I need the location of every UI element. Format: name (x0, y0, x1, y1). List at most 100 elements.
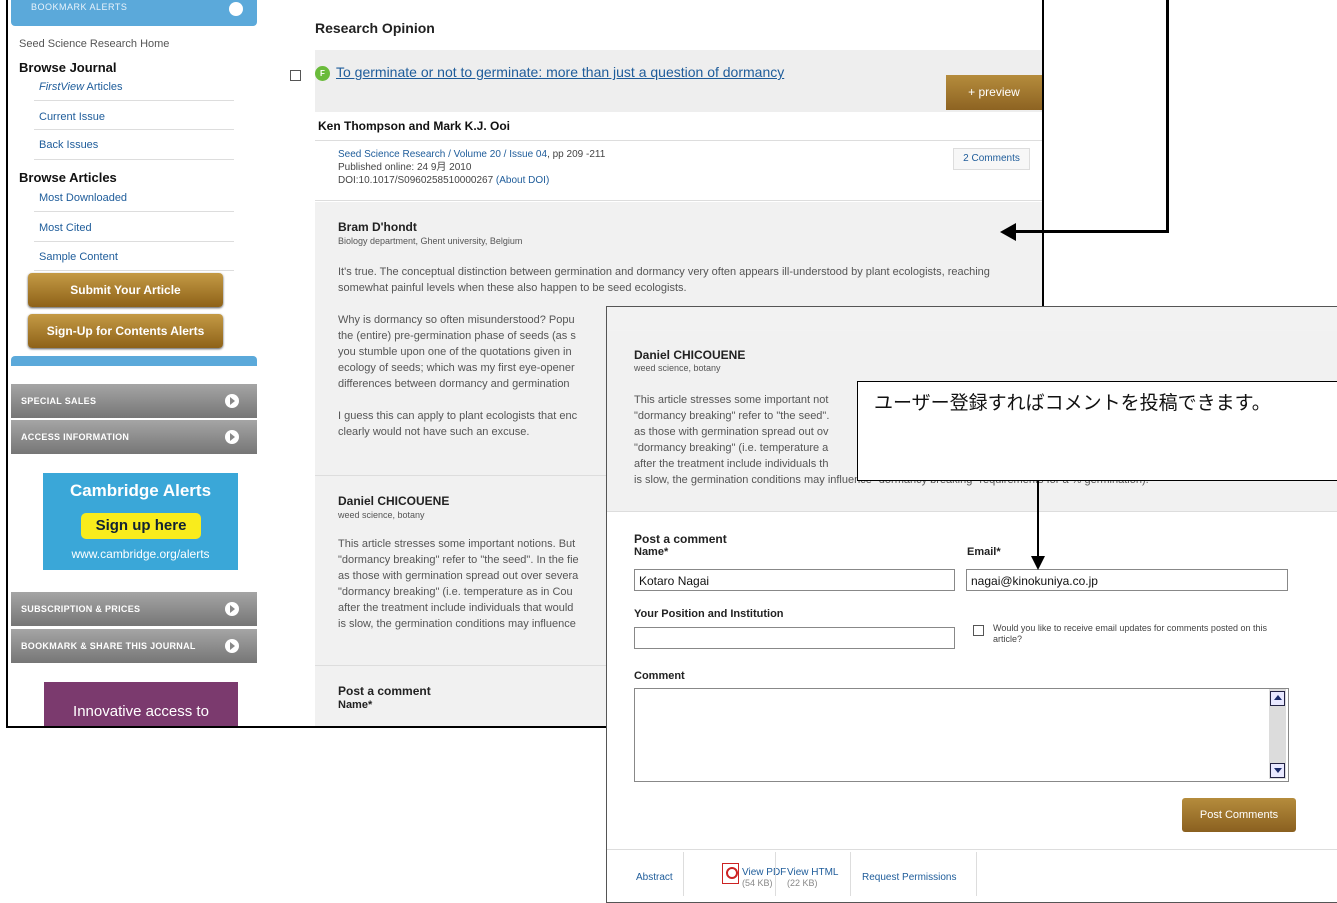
sidebar-item-firstview[interactable]: FirstView Articles (39, 81, 123, 93)
comment-line: This article stresses some important not (634, 394, 829, 406)
tab-view-html[interactable]: View HTML (22 KB) (787, 867, 839, 888)
comment-line: as those with germination spread out ov (634, 426, 829, 438)
divider (775, 852, 776, 896)
section-title: Research Opinion (315, 20, 435, 36)
special-sales-label: SPECIAL SALES (21, 396, 97, 406)
scroll-down-icon[interactable] (1270, 763, 1285, 778)
published-date: Published online: 24 9月 2010 (338, 162, 472, 173)
divider (34, 270, 234, 271)
divider (315, 200, 1042, 201)
arrow-right-icon (225, 394, 239, 408)
article-meta: Seed Science Research / Volume 20 / Issu… (338, 148, 605, 187)
scroll-up-icon[interactable] (1270, 691, 1285, 706)
divider (34, 159, 234, 160)
access-information-label: ACCESS INFORMATION (21, 432, 130, 442)
sidebar-top-bar[interactable]: BOOKMARK ALERTS (11, 0, 257, 26)
comment-line: This article stresses some important not… (338, 538, 576, 550)
arrow-line (1166, 0, 1169, 232)
tab-view-pdf[interactable]: View PDF (54 KB) (742, 867, 786, 888)
about-doi-link[interactable]: (About DOI) (496, 175, 549, 186)
comment-label: Comment (634, 670, 685, 682)
journal-link[interactable]: Seed Science Research (338, 149, 445, 160)
sign-up-here-button[interactable]: Sign up here (81, 513, 201, 539)
email-updates-label: Would you like to receive email updates … (993, 623, 1267, 644)
article-checkbox[interactable] (290, 70, 301, 81)
name-field[interactable]: Kotaro Nagai (634, 569, 955, 591)
article-authors: Ken Thompson and Mark K.J. Ooi (318, 119, 511, 133)
annotation-callout: ユーザー登録すればコメントを投稿できます。 (857, 381, 1337, 481)
name-label: Name* (338, 699, 373, 711)
tab-request-permissions[interactable]: Request Permissions (862, 872, 956, 883)
comment-line: "dormancy breaking" refer to "the seed".… (338, 554, 579, 566)
sidebar-item-sample-content[interactable]: Sample Content (39, 251, 118, 263)
comment-line: the (entire) pre-germination phase of se… (338, 330, 576, 342)
comment-line: "dormancy breaking" refer to "the seed". (634, 410, 830, 422)
comment-line: I guess this can apply to plant ecologis… (338, 410, 578, 422)
sidebar-item-current-issue[interactable]: Current Issue (39, 111, 105, 123)
sidebar-item-most-downloaded[interactable]: Most Downloaded (39, 192, 127, 204)
comment-textarea[interactable] (634, 688, 1289, 782)
article-title-link[interactable]: To germinate or not to germinate: more t… (336, 64, 856, 81)
sidebar-item-back-issues[interactable]: Back Issues (39, 139, 98, 151)
access-information-bar[interactable]: ACCESS INFORMATION (11, 420, 257, 454)
pdf-size: (54 KB) (742, 878, 773, 888)
comment-author: Bram D'hondt (338, 220, 417, 234)
position-field[interactable] (634, 627, 955, 649)
toggle-circle-icon[interactable] (229, 2, 243, 16)
divider (850, 852, 851, 896)
sidebar-top-label: BOOKMARK ALERTS (31, 2, 128, 12)
arrow-down-icon (1031, 556, 1045, 570)
post-comment-heading: Post a comment (634, 532, 727, 546)
submit-article-button[interactable]: Submit Your Article (28, 273, 223, 307)
browse-articles-heading: Browse Articles (19, 170, 117, 185)
comment-line: "dormancy breaking" (i.e. temperature a (634, 442, 829, 454)
comment-author: Daniel CHICOUENE (634, 348, 746, 362)
browse-journal-heading: Browse Journal (19, 60, 117, 75)
sidebar: BOOKMARK ALERTS Seed Science Research Ho… (8, 0, 258, 726)
view-pdf-label: View PDF (742, 867, 787, 878)
name-label: Name* (634, 546, 669, 558)
comment-line: you stumble upon one of the quotations g… (338, 346, 572, 358)
pages: , pp 209 -211 (547, 149, 606, 160)
sidebar-item-most-cited[interactable]: Most Cited (39, 222, 92, 234)
divider (683, 852, 684, 896)
comment-author: Daniel CHICOUENE (338, 494, 450, 508)
comment-line: "dormancy breaking" (i.e. temperature as… (338, 586, 573, 598)
bookmark-share-bar[interactable]: BOOKMARK & SHARE THIS JOURNAL (11, 629, 257, 663)
comment-line: clearly would not have such an excuse. (338, 426, 530, 438)
divider (976, 852, 977, 896)
comment-line: after the treatment include individuals … (634, 458, 829, 470)
comments-count-link[interactable]: 2 Comments (953, 148, 1030, 170)
bookmark-share-label: BOOKMARK & SHARE THIS JOURNAL (21, 641, 196, 651)
email-updates-checkbox[interactable] (973, 625, 984, 636)
cambridge-alerts-banner[interactable]: Cambridge Alerts Sign up here www.cambri… (43, 473, 238, 570)
separator: / (445, 149, 454, 160)
issue-link[interactable]: Issue 04 (509, 149, 547, 160)
comment-line: differences between dormancy and germina… (338, 378, 570, 390)
comment-paragraph: It's true. The conceptual distinction be… (338, 266, 990, 294)
comment-affiliation: weed science, botany (634, 363, 721, 373)
email-field[interactable]: nagai@kinokuniya.co.jp (966, 569, 1288, 591)
article-header (315, 50, 1042, 112)
subscription-prices-bar[interactable]: SUBSCRIPTION & PRICES (11, 592, 257, 626)
tab-abstract[interactable]: Abstract (636, 872, 673, 883)
comment-line: as those with germination spread out ove… (338, 570, 579, 582)
volume-link[interactable]: Volume 20 (454, 149, 501, 160)
arrow-left-icon (1000, 223, 1016, 241)
arrow-right-icon (225, 602, 239, 616)
position-label: Your Position and Institution (634, 608, 784, 620)
special-sales-bar[interactable]: SPECIAL SALES (11, 384, 257, 418)
arrow-right-icon (225, 430, 239, 444)
signup-contents-alerts-button[interactable]: Sign-Up for Contents Alerts (28, 314, 223, 348)
post-comments-button[interactable]: Post Comments (1182, 798, 1296, 832)
subscription-prices-label: SUBSCRIPTION & PRICES (21, 604, 141, 614)
scrollbar[interactable] (1269, 689, 1286, 779)
view-html-label: View HTML (787, 867, 839, 878)
sidebar-divider-bar (11, 356, 257, 366)
comment-line: ecology of seeds; which was my first eye… (338, 362, 575, 374)
email-label: Email* (967, 546, 1001, 558)
sidebar-home-link[interactable]: Seed Science Research Home (19, 38, 169, 50)
post-comment-heading: Post a comment (338, 684, 431, 698)
innovative-access-banner[interactable]: Innovative access to (44, 682, 238, 726)
preview-button[interactable]: + preview (946, 75, 1042, 110)
